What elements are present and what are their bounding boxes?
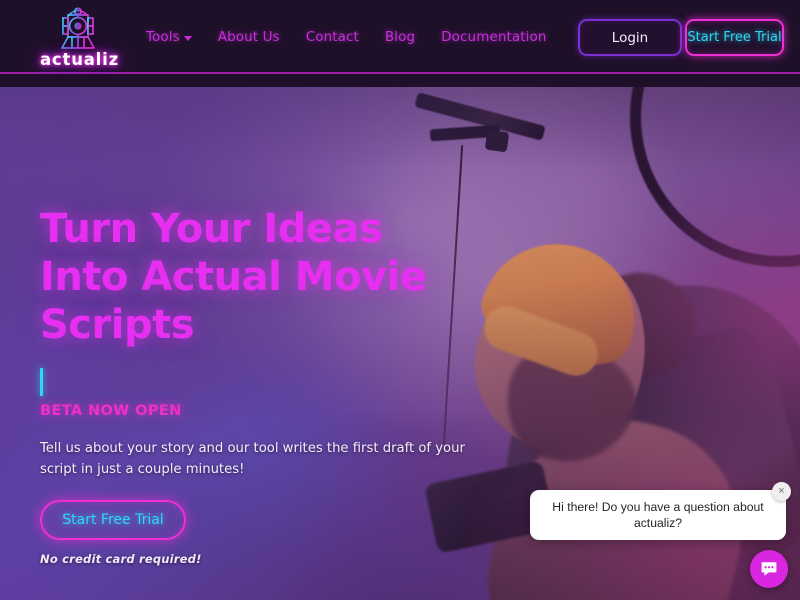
headline-line-2: Into Actual Movie xyxy=(40,254,427,300)
close-icon: × xyxy=(778,485,785,497)
headline-line-1: Turn Your Ideas xyxy=(40,206,383,252)
hero-content: Turn Your Ideas Into Actual Movie Script… xyxy=(40,205,510,566)
locomotive-neon-icon xyxy=(61,7,95,49)
chat-greeting-text: Hi there! Do you have a question about a… xyxy=(552,500,764,530)
headline-line-3: Scripts xyxy=(40,302,195,348)
header-underbar xyxy=(0,74,800,87)
login-button[interactable]: Login xyxy=(578,19,682,56)
nav-item-blog[interactable]: Blog xyxy=(385,29,415,45)
nav-item-about-us[interactable]: About Us xyxy=(218,29,280,45)
beta-badge: BETA NOW OPEN xyxy=(40,403,182,419)
nav-item-documentation[interactable]: Documentation xyxy=(441,29,546,45)
chat-bubble-icon xyxy=(761,562,777,576)
chat-launcher-button[interactable] xyxy=(750,550,788,588)
main-nav: Tools About Us Contact Blog Documentatio… xyxy=(146,26,547,48)
chat-close-button[interactable]: × xyxy=(772,482,791,501)
no-credit-card-note: No credit card required! xyxy=(40,552,202,566)
brand-name: actualiz xyxy=(40,50,119,69)
start-free-trial-button-hero[interactable]: Start Free Trial xyxy=(40,500,186,540)
site-header: actualiz Tools About Us Contact Blog Doc… xyxy=(0,0,800,74)
nav-item-tools[interactable]: Tools xyxy=(146,29,192,45)
text-caret xyxy=(40,368,43,396)
nav-item-contact[interactable]: Contact xyxy=(306,29,359,45)
page-title: Turn Your Ideas Into Actual Movie Script… xyxy=(40,205,510,349)
typewriter-line xyxy=(40,367,510,397)
hero-subtitle: Tell us about your story and our tool wr… xyxy=(40,441,465,477)
chevron-down-icon xyxy=(183,35,192,41)
page-root: actualiz Tools About Us Contact Blog Doc… xyxy=(0,0,800,600)
start-free-trial-button-header[interactable]: Start Free Trial xyxy=(685,19,784,56)
chat-greeting-bubble[interactable]: Hi there! Do you have a question about a… xyxy=(530,490,786,540)
brand-logo[interactable]: actualiz xyxy=(40,2,119,72)
nav-label-tools: Tools xyxy=(146,29,180,45)
